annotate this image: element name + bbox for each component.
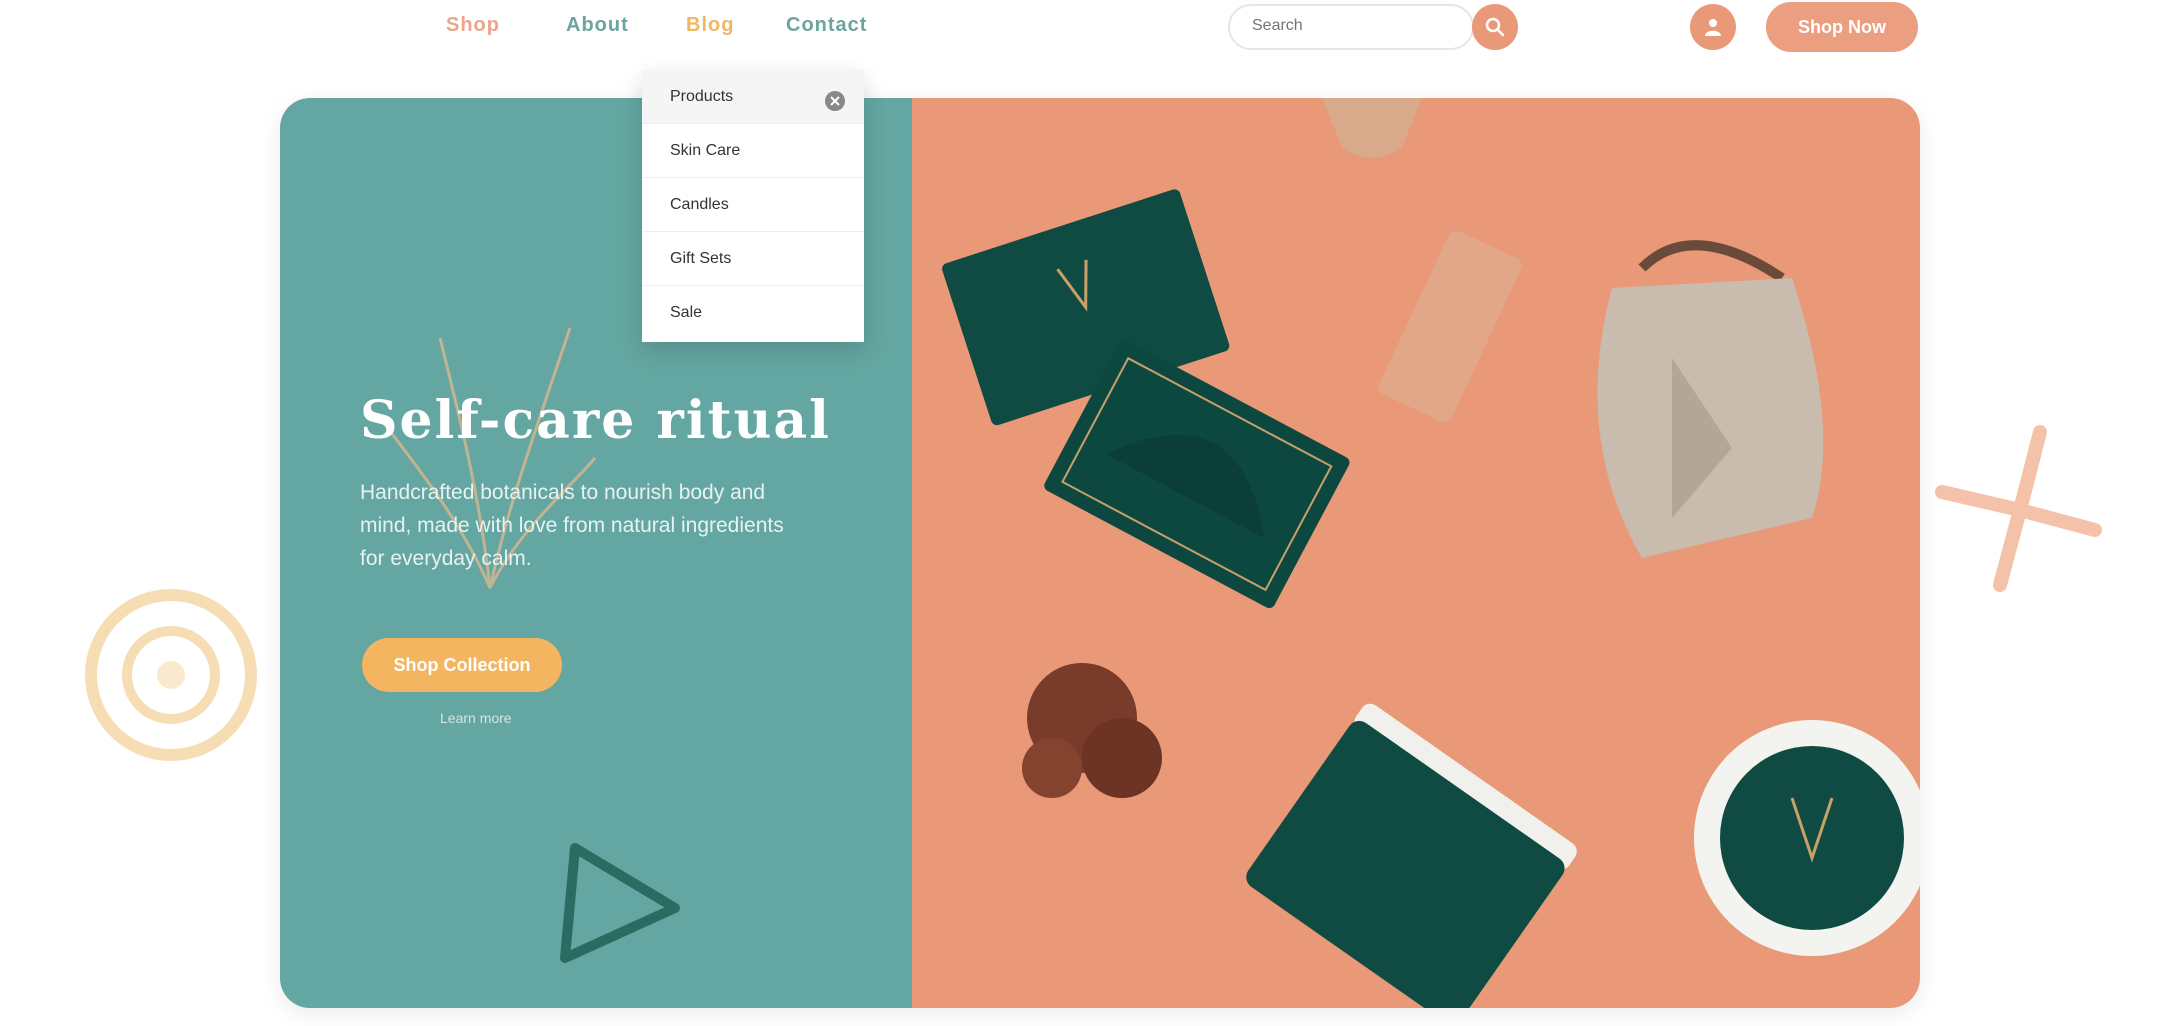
- dropdown-item-skin-care[interactable]: Skin Care: [642, 124, 864, 178]
- decorative-starfish-icon: [1935, 425, 2102, 592]
- dropdown-item-label: Candles: [670, 196, 729, 213]
- hero-title: Self-care ritual: [360, 390, 831, 451]
- dropdown-item-label: Products: [670, 88, 734, 105]
- hero-cta-button[interactable]: Shop Collection: [362, 638, 562, 692]
- hero-description: Handcrafted botanicals to nourish body a…: [360, 481, 784, 570]
- dropdown-item-label: Sale: [670, 304, 703, 321]
- close-icon[interactable]: [824, 90, 846, 112]
- decorative-triangle-icon: [560, 843, 680, 963]
- search-box: [1228, 4, 1474, 50]
- dropdown-item-gift-sets[interactable]: Gift Sets: [642, 232, 864, 286]
- user-icon: [1705, 19, 1721, 36]
- product-flatlay-illustration: [942, 98, 1920, 1008]
- search-icon: [1485, 17, 1505, 37]
- products-dropdown-menu: Products Skin Care Candles Gift Sets Sal…: [642, 70, 864, 342]
- user-account-button[interactable]: [1690, 4, 1736, 50]
- search-input[interactable]: [1250, 16, 1454, 36]
- hero-product-image: [912, 98, 1920, 1008]
- dropdown-item-label: Gift Sets: [670, 250, 732, 267]
- nav-link-about[interactable]: About: [566, 14, 629, 37]
- nav-link-contact[interactable]: Contact: [786, 14, 867, 37]
- nav-link-shop[interactable]: Shop: [446, 14, 500, 37]
- dropdown-item-candles[interactable]: Candles: [642, 178, 864, 232]
- cta-caption[interactable]: Learn more: [440, 710, 512, 726]
- dropdown-item-sale[interactable]: Sale: [642, 286, 864, 340]
- shop-now-button[interactable]: Shop Now: [1766, 2, 1918, 52]
- decorative-circle-icon: [85, 589, 257, 761]
- dropdown-item-label: Skin Care: [670, 142, 741, 159]
- hero-banner: Self-care ritual Handcrafted botanicals …: [280, 98, 1920, 1008]
- nav-link-blog[interactable]: Blog: [686, 14, 734, 37]
- search-button[interactable]: [1472, 4, 1518, 50]
